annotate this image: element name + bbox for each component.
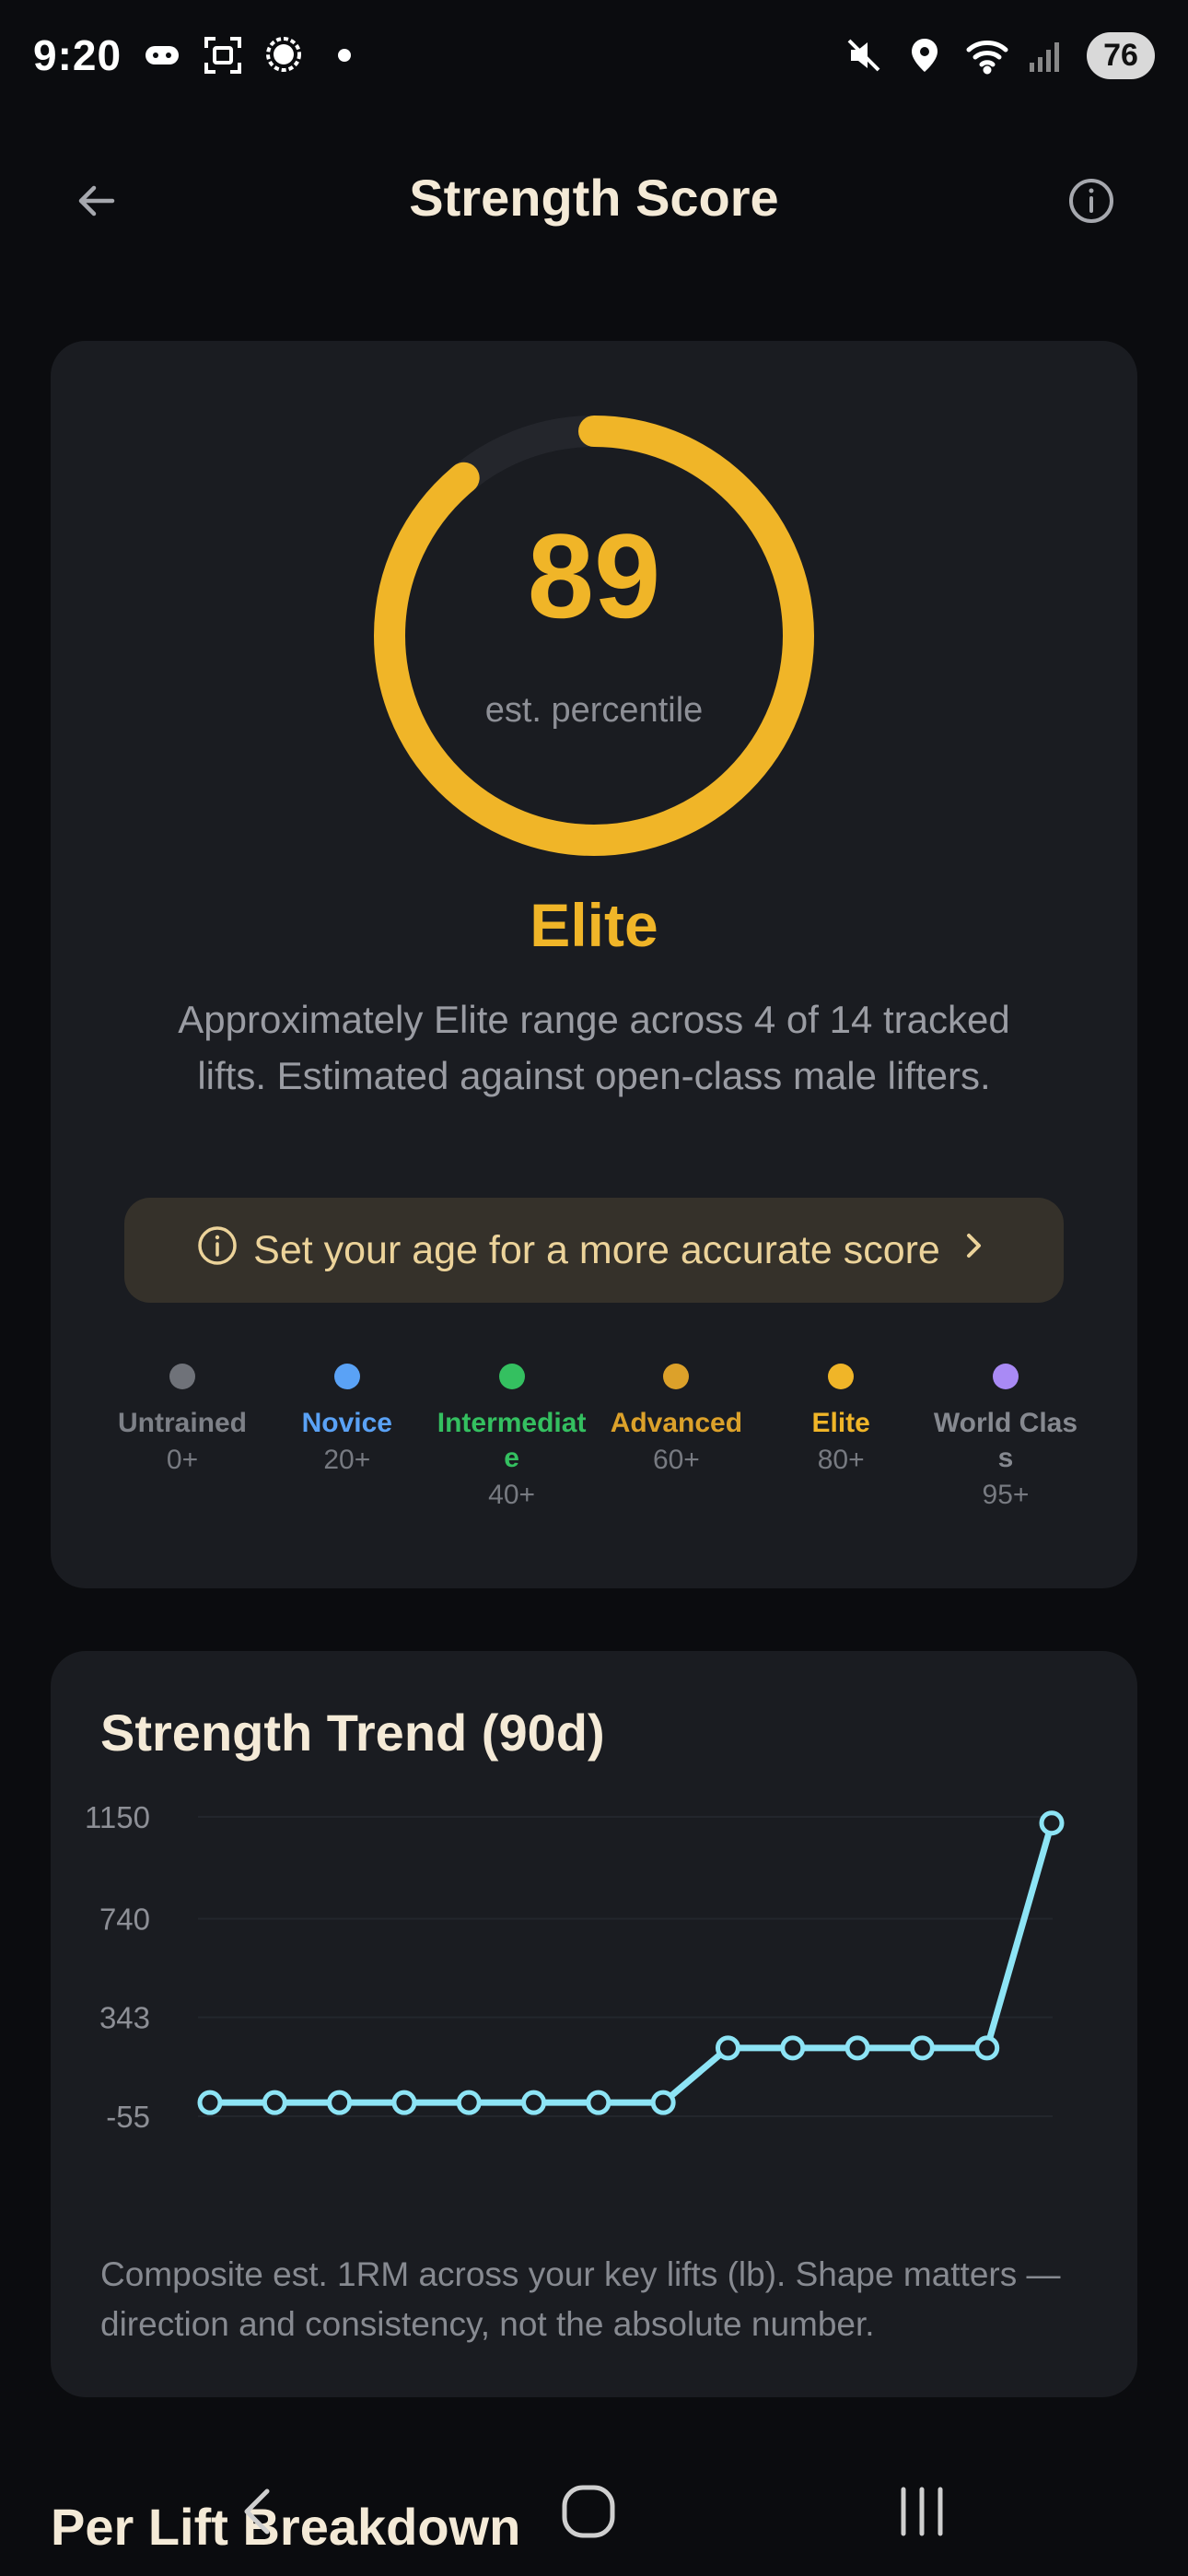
trend-point bbox=[909, 2035, 935, 2061]
info-icon bbox=[196, 1224, 239, 1277]
nav-home-icon bbox=[559, 2482, 618, 2546]
nav-recents-button[interactable] bbox=[880, 2476, 963, 2550]
tier-dot bbox=[992, 1364, 1019, 1389]
page-title: Strength Score bbox=[409, 169, 779, 227]
system-nav-bar bbox=[0, 2451, 1188, 2576]
score-gauge: 89 est. percentile bbox=[373, 415, 815, 857]
nav-back-icon bbox=[234, 2484, 280, 2544]
trend-point bbox=[521, 2090, 547, 2115]
status-right: 76 bbox=[844, 31, 1155, 79]
gamepad-icon bbox=[142, 35, 182, 76]
trend-point bbox=[650, 2090, 676, 2115]
trend-point bbox=[844, 2035, 870, 2061]
y-tick-label: 740 bbox=[99, 1903, 150, 1937]
tier-label: Elite bbox=[530, 891, 658, 959]
tier-advanced: Advanced 60+ bbox=[600, 1364, 752, 1513]
nav-recents-icon bbox=[892, 2484, 951, 2544]
chat-bubble-icon bbox=[263, 35, 304, 76]
tier-dot bbox=[169, 1364, 195, 1389]
trend-point bbox=[197, 2090, 223, 2115]
battery-indicator: 76 bbox=[1087, 31, 1155, 79]
notification-dot-icon bbox=[324, 35, 365, 76]
tier-name: Intermediate bbox=[437, 1408, 587, 1473]
tier-world-class: World Class 95+ bbox=[929, 1364, 1082, 1513]
tier-min: 0+ bbox=[166, 1445, 199, 1475]
tier-dot bbox=[333, 1364, 360, 1389]
tier-min: 40+ bbox=[488, 1480, 536, 1510]
tier-description: Approximately Elite range across 4 of 14… bbox=[178, 998, 1010, 1097]
strength-trend-chart: 1150 740 343 -55 bbox=[85, 1800, 1065, 2134]
trend-point bbox=[586, 2090, 611, 2115]
trend-title: Strength Trend (90d) bbox=[100, 1704, 605, 1762]
trend-note: Composite est. 1RM across your key lifts… bbox=[100, 2255, 1061, 2343]
header: Strength Score bbox=[0, 147, 1188, 249]
score-subtitle: est. percentile bbox=[484, 691, 704, 730]
tier-min: 20+ bbox=[323, 1445, 371, 1475]
score-card: 89 est. percentile Elite Approximately E… bbox=[51, 341, 1137, 1588]
tier-legend: Untrained 0+ Novice 20+ Intermediate 40+… bbox=[106, 1364, 1082, 1513]
tier-dot bbox=[663, 1364, 690, 1389]
tier-min: 80+ bbox=[817, 1445, 865, 1475]
tier-novice: Novice 20+ bbox=[271, 1364, 424, 1513]
trend-point bbox=[715, 2035, 740, 2061]
set-age-banner[interactable]: Set your age for a more accurate score bbox=[124, 1198, 1064, 1303]
y-tick-label: 1150 bbox=[85, 1800, 150, 1834]
location-icon bbox=[904, 35, 945, 76]
y-tick-label: -55 bbox=[106, 2100, 150, 2134]
score-value: 89 bbox=[527, 509, 661, 643]
trend-line bbox=[210, 1821, 1055, 2106]
tier-name: Advanced bbox=[610, 1408, 743, 1438]
y-tick-label: 343 bbox=[99, 2001, 150, 2035]
chevron-right-icon bbox=[955, 1227, 992, 1274]
trend-point bbox=[391, 2090, 417, 2115]
signal-icon bbox=[1026, 35, 1066, 76]
mute-icon bbox=[844, 35, 884, 76]
tier-min: 95+ bbox=[982, 1480, 1030, 1510]
nav-back-button[interactable] bbox=[215, 2476, 298, 2550]
tier-min: 60+ bbox=[652, 1445, 700, 1475]
trend-point bbox=[1039, 1810, 1065, 1836]
wifi-icon bbox=[965, 35, 1008, 76]
trend-point bbox=[780, 2035, 806, 2061]
nav-home-button[interactable] bbox=[547, 2476, 630, 2550]
tier-name: Novice bbox=[301, 1408, 392, 1438]
strength-trend-card: Strength Trend (90d) 1150 740 343 -55 Compo… bbox=[51, 1651, 1137, 2397]
tier-name: Elite bbox=[811, 1408, 870, 1438]
set-age-text: Set your age for a more accurate score bbox=[253, 1227, 940, 1272]
tier-untrained: Untrained 0+ bbox=[106, 1364, 259, 1513]
trend-point bbox=[456, 2090, 482, 2115]
screenshot-icon bbox=[203, 35, 243, 76]
tier-intermediate: Intermediate 40+ bbox=[436, 1364, 588, 1513]
tier-dot bbox=[828, 1364, 855, 1389]
tier-elite: Elite 80+ bbox=[764, 1364, 917, 1513]
tier-name: Untrained bbox=[117, 1408, 247, 1438]
trend-point bbox=[262, 2090, 287, 2115]
trend-point bbox=[974, 2035, 1000, 2061]
status-bar: 9:20 76 bbox=[0, 0, 1188, 111]
status-left: 9:20 bbox=[33, 30, 365, 80]
status-time: 9:20 bbox=[33, 31, 122, 79]
tier-name: World Class bbox=[933, 1408, 1078, 1473]
info-button[interactable] bbox=[1059, 170, 1124, 235]
trend-point bbox=[327, 2090, 353, 2115]
tier-dot bbox=[498, 1364, 525, 1389]
info-icon bbox=[1066, 176, 1116, 230]
